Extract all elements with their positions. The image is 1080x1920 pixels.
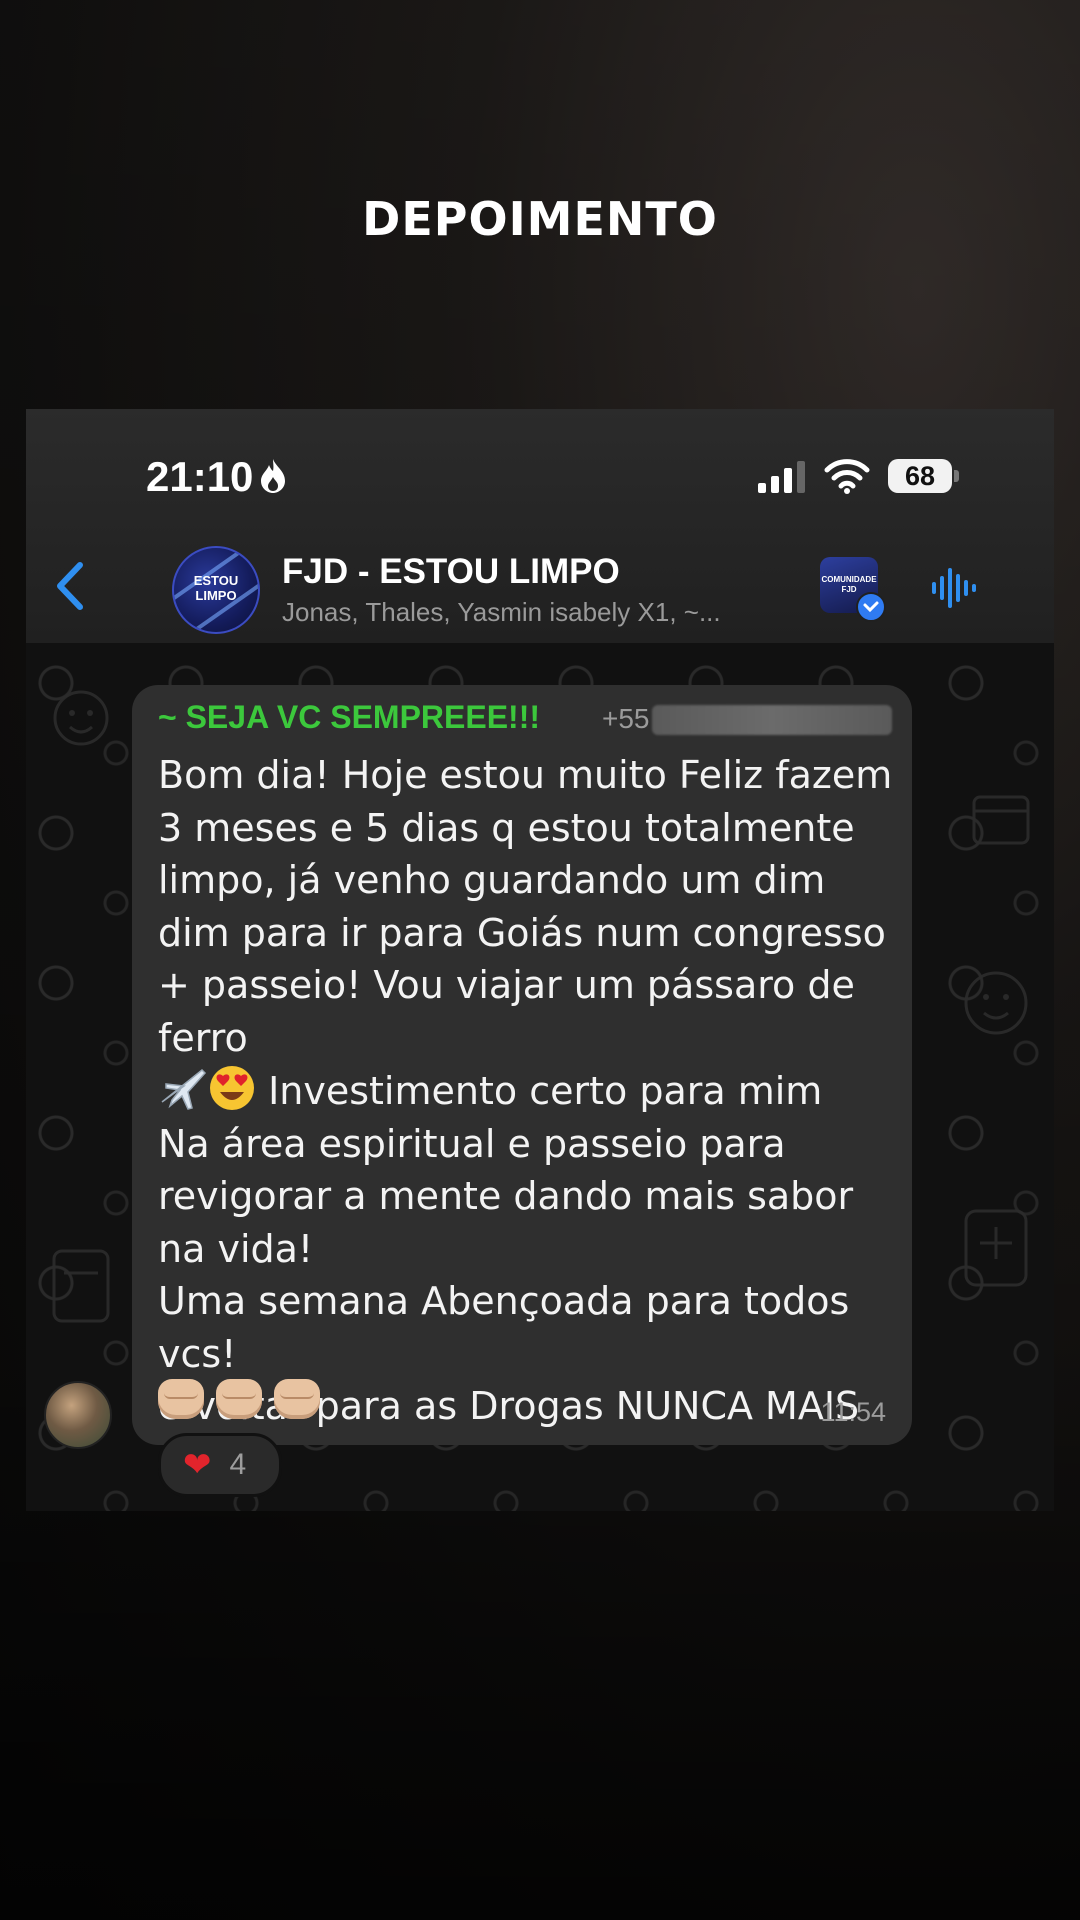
message-bubble[interactable]: ~ SEJA VC SEMPREEE!!! +55 Bom dia! Hoje … — [132, 685, 912, 1445]
back-chevron-icon[interactable] — [50, 561, 90, 611]
fist-icon — [274, 1379, 320, 1419]
doodle-icon — [53, 690, 109, 746]
group-avatar[interactable]: ESTOU LIMPO — [172, 546, 260, 634]
page-headline: DEPOIMENTO — [362, 192, 718, 246]
reaction-pill[interactable]: ❤ 4 — [158, 1433, 282, 1497]
doodle-icon — [52, 1249, 110, 1323]
heart-icon: ❤ — [183, 1445, 212, 1485]
redacted-phone-number — [652, 705, 892, 735]
message-text: Bom dia! Hoje estou muito Feliz fazem 3 … — [158, 749, 898, 1433]
sender-phone: +55 — [602, 703, 650, 734]
chat-members[interactable]: Jonas, Thales, Yasmin isabely X1, ~... — [282, 597, 792, 628]
sender-name[interactable]: ~ SEJA VC SEMPREEE!!! — [158, 699, 540, 736]
emoji-row — [158, 1379, 320, 1419]
chat-area[interactable]: ~ SEJA VC SEMPREEE!!! +55 Bom dia! Hoje … — [26, 643, 1054, 1511]
battery-cap — [954, 470, 959, 482]
message-text-part1: Bom dia! Hoje estou muito Feliz fazem 3 … — [158, 753, 893, 1060]
reaction-count: 4 — [229, 1448, 247, 1481]
doodle-icon — [964, 971, 1028, 1035]
airplane-icon — [161, 1068, 207, 1110]
fist-icon — [216, 1379, 262, 1419]
message-text-part2: Investimento certo para mim Na área espi… — [158, 1069, 860, 1428]
battery-indicator: 68 — [888, 459, 952, 493]
wifi-icon — [824, 459, 870, 494]
chat-screenshot: 21:10 68 ESTOU LIMPO FJD - ESTOU LIMPO J… — [26, 409, 1054, 1511]
group-avatar-text: ESTOU LIMPO — [193, 573, 239, 603]
doodle-icon — [972, 795, 1030, 845]
heart-eyes-icon — [210, 1066, 254, 1110]
chat-title[interactable]: FJD - ESTOU LIMPO — [282, 552, 620, 592]
community-check-icon — [856, 592, 886, 622]
voice-call-icon[interactable] — [930, 564, 980, 612]
flame-icon — [261, 459, 285, 493]
signal-icon — [758, 461, 805, 493]
status-time: 21:10 — [146, 453, 254, 500]
message-time: 11:54 — [820, 1397, 886, 1427]
fist-icon — [158, 1379, 204, 1419]
doodle-icon — [964, 1209, 1028, 1287]
top-bar: 21:10 68 ESTOU LIMPO FJD - ESTOU LIMPO J… — [26, 409, 1054, 644]
sender-avatar[interactable] — [44, 1381, 112, 1449]
